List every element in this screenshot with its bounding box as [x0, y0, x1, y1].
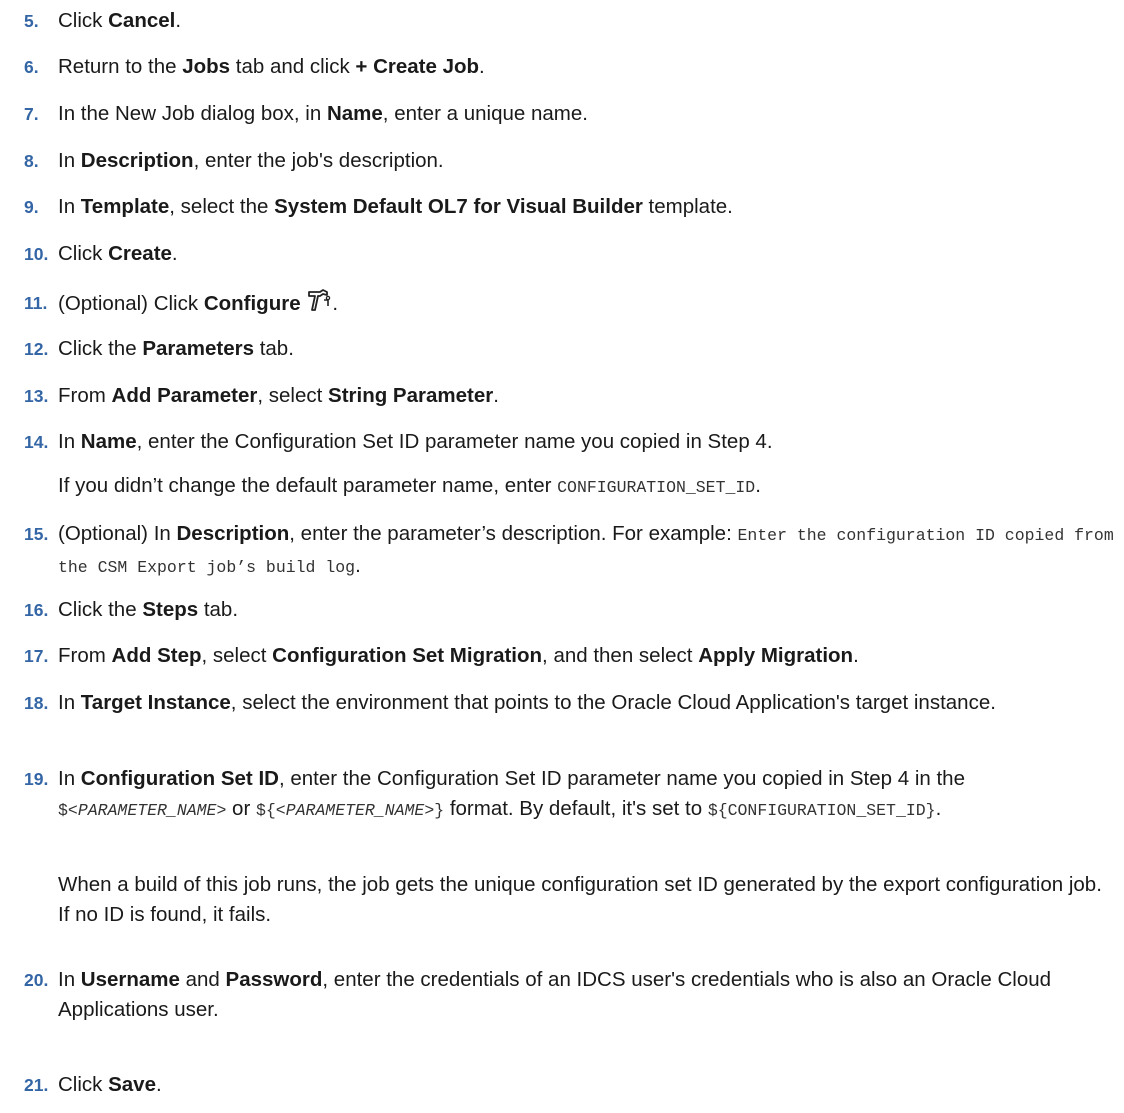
step-text: In Description, enter the job's descript… [58, 149, 444, 172]
step-number: 20. [24, 970, 49, 990]
step-number: 15. [24, 524, 49, 544]
step-number: 17. [24, 646, 49, 666]
step-number: 19. [24, 769, 49, 789]
step-number: 14. [24, 432, 49, 452]
step-text: Click the Parameters tab. [58, 337, 294, 360]
step-number: 16. [24, 600, 49, 620]
step-text: From Add Parameter, select String Parame… [58, 384, 499, 407]
step-number: 8. [24, 151, 39, 171]
step-text: In Template, select the System Default O… [58, 195, 733, 218]
step-text: Click Save. [58, 1073, 162, 1096]
step-number: 6. [24, 57, 39, 77]
step-text: In Target Instance, select the environme… [58, 691, 996, 714]
step-number: 10. [24, 244, 49, 264]
step-text: Click Cancel. [58, 9, 182, 32]
step-text: Return to the Jobs tab and click + Creat… [58, 55, 485, 78]
step-text: Click Create. [58, 242, 178, 265]
configure-hammer-icon [306, 288, 332, 314]
step-text: In Configuration Set ID, enter the Confi… [58, 767, 965, 820]
step-number: 7. [24, 104, 39, 124]
step-text: In Name, enter the Configuration Set ID … [58, 430, 773, 453]
step-number: 5. [24, 11, 39, 31]
step-14-note: If you didn’t change the default paramet… [58, 474, 761, 497]
step-number: 12. [24, 339, 49, 359]
step-number: 13. [24, 386, 49, 406]
step-number: 9. [24, 197, 39, 217]
step-number: 21. [24, 1075, 49, 1095]
step-text: (Optional) Click Configure . [58, 288, 1116, 319]
step-text: From Add Step, select Configuration Set … [58, 644, 859, 667]
step-text: Click the Steps tab. [58, 598, 239, 621]
step-number: 11. [24, 293, 48, 313]
step-text: (Optional) In Description, enter the par… [58, 522, 1114, 577]
step-text: In the New Job dialog box, in Name, ente… [58, 102, 588, 125]
step-number: 18. [24, 693, 49, 713]
step-19-note: When a build of this job runs, the job g… [58, 873, 1102, 926]
step-text: In Username and Password, enter the cred… [58, 968, 1052, 1021]
